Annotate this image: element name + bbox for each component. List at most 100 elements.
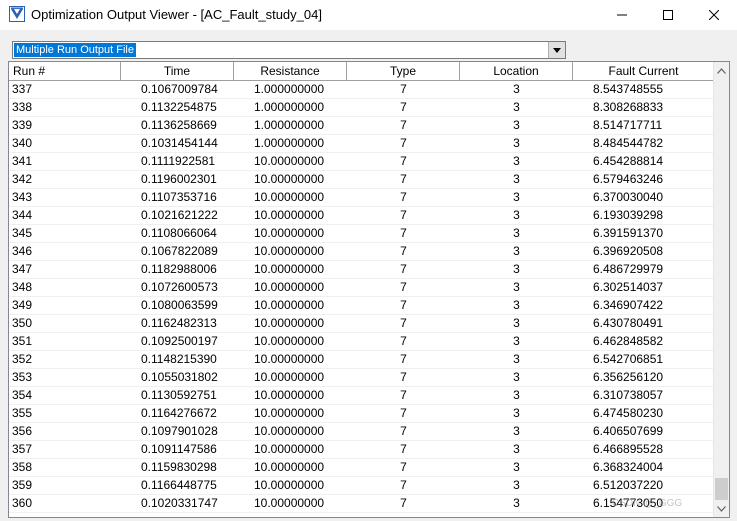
cell-type: 7 [400, 262, 407, 276]
cell-type: 7 [400, 244, 407, 258]
scroll-down-button[interactable] [714, 500, 729, 517]
cell-type: 7 [400, 298, 407, 312]
column-header-run[interactable]: Run # [9, 62, 121, 81]
cell-run: 341 [12, 154, 33, 168]
table-row[interactable]: 360 0.1020331747 10.00000000 7 3 6.154773050 [9, 495, 715, 513]
table-row[interactable]: 355 0.1164276672 10.00000000 7 3 6.474580230 [9, 405, 715, 423]
cell-time: 0.1159830298 [141, 460, 217, 474]
cell-resistance: 10.00000000 [254, 406, 325, 420]
cell-resistance: 10.00000000 [254, 478, 325, 492]
cell-run: 355 [12, 406, 33, 420]
cell-run: 348 [12, 280, 33, 294]
table-row[interactable]: 350 0.1162482313 10.00000000 7 3 6.430780491 [9, 315, 715, 333]
cell-time: 0.1055031802 [141, 370, 218, 384]
cell-location: 3 [513, 388, 520, 402]
cell-type: 7 [400, 478, 407, 492]
table-row[interactable]: 357 0.1091147586 10.00000000 7 3 6.466895528 [9, 441, 715, 459]
cell-time: 0.1182988006 [141, 262, 217, 276]
cell-fault-current: 6.346907422 [593, 298, 664, 312]
table-row[interactable]: 352 0.1148215390 10.00000000 7 3 6.542706851 [9, 351, 715, 369]
cell-location: 3 [513, 424, 520, 438]
cell-resistance: 1.000000000 [254, 136, 325, 150]
cell-run: 353 [12, 370, 33, 384]
results-table[interactable]: Run # Time Resistance Type Location Faul… [8, 61, 730, 518]
table-row[interactable]: 349 0.1080063599 10.00000000 7 3 6.346907422 [9, 297, 715, 315]
table-row[interactable]: 356 0.1097901028 10.00000000 7 3 6.406507699 [9, 423, 715, 441]
cell-resistance: 10.00000000 [254, 208, 325, 222]
cell-time: 0.1166448775 [141, 478, 217, 492]
cell-type: 7 [400, 208, 407, 222]
cell-resistance: 10.00000000 [254, 370, 325, 384]
cell-time: 0.1072600573 [141, 280, 218, 294]
table-row[interactable]: 343 0.1107353716 10.00000000 7 3 6.370030040 [9, 189, 715, 207]
close-icon [709, 10, 719, 20]
cell-run: 357 [12, 442, 33, 456]
cell-run: 342 [12, 172, 33, 186]
maximize-button[interactable] [645, 0, 691, 30]
table-row[interactable]: 348 0.1072600573 10.00000000 7 3 6.302514037 [9, 279, 715, 297]
column-header-type[interactable]: Type [347, 62, 460, 81]
scroll-up-button[interactable] [714, 62, 729, 79]
cell-fault-current: 6.512037220 [593, 478, 664, 492]
cell-location: 3 [513, 262, 520, 276]
cell-resistance: 10.00000000 [254, 298, 325, 312]
chevron-down-icon [553, 47, 561, 53]
table-row[interactable]: 344 0.1021621222 10.00000000 7 3 6.193039298 [9, 207, 715, 225]
cell-fault-current: 6.430780491 [593, 316, 664, 330]
cell-time: 0.1021621222 [141, 208, 218, 222]
table-row[interactable]: 339 0.1136258669 1.000000000 7 3 8.514717711 [9, 117, 715, 135]
cell-location: 3 [513, 406, 520, 420]
cell-fault-current: 6.310738057 [593, 388, 664, 402]
table-row[interactable]: 337 0.1067009784 1.000000000 7 3 8.543748555 [9, 81, 715, 99]
cell-resistance: 10.00000000 [254, 262, 325, 276]
chevron-down-icon [717, 505, 726, 512]
table-row[interactable]: 351 0.1092500197 10.00000000 7 3 6.462848582 [9, 333, 715, 351]
close-button[interactable] [691, 0, 737, 30]
cell-run: 340 [12, 136, 33, 150]
cell-fault-current: 6.579463246 [593, 172, 664, 186]
cell-type: 7 [400, 352, 407, 366]
cell-time: 0.1031454144 [141, 136, 218, 150]
cell-location: 3 [513, 334, 520, 348]
cell-resistance: 10.00000000 [254, 388, 325, 402]
table-row[interactable]: 345 0.1108066064 10.00000000 7 3 6.391591370 [9, 225, 715, 243]
cell-run: 359 [12, 478, 33, 492]
cell-resistance: 10.00000000 [254, 496, 325, 510]
cell-resistance: 10.00000000 [254, 172, 325, 186]
column-header-fault-current[interactable]: Fault Current [573, 62, 715, 81]
table-row[interactable]: 358 0.1159830298 10.00000000 7 3 6.368324004 [9, 459, 715, 477]
minimize-button[interactable] [599, 0, 645, 30]
output-file-select[interactable]: Multiple Run Output File [12, 41, 566, 59]
table-row[interactable]: 340 0.1031454144 1.000000000 7 3 8.484544782 [9, 135, 715, 153]
table-row[interactable]: 342 0.1196002301 10.00000000 7 3 6.579463246 [9, 171, 715, 189]
column-header-resistance[interactable]: Resistance [234, 62, 347, 81]
table-row[interactable]: 354 0.1130592751 10.00000000 7 3 6.310738057 [9, 387, 715, 405]
dropdown-button[interactable] [548, 42, 565, 58]
app-logo-icon [9, 6, 25, 22]
cell-fault-current: 6.542706851 [593, 352, 664, 366]
column-header-time[interactable]: Time [121, 62, 234, 81]
cell-location: 3 [513, 100, 520, 114]
table-row[interactable]: 359 0.1166448775 10.00000000 7 3 6.512037220 [9, 477, 715, 495]
cell-fault-current: 6.356256120 [593, 370, 664, 384]
cell-type: 7 [400, 190, 407, 204]
cell-fault-current: 6.370030040 [593, 190, 664, 204]
cell-fault-current: 8.308268833 [593, 100, 664, 114]
cell-location: 3 [513, 316, 520, 330]
table-row[interactable]: 347 0.1182988006 10.00000000 7 3 6.486729979 [9, 261, 715, 279]
column-header-location[interactable]: Location [460, 62, 573, 81]
table-row[interactable]: 346 0.1067822089 10.00000000 7 3 6.396920508 [9, 243, 715, 261]
scroll-thumb[interactable] [715, 478, 728, 500]
cell-type: 7 [400, 172, 407, 186]
vertical-scrollbar[interactable] [713, 62, 729, 517]
cell-location: 3 [513, 208, 520, 222]
cell-run: 352 [12, 352, 33, 366]
cell-time: 0.1067822089 [141, 244, 218, 258]
cell-location: 3 [513, 154, 520, 168]
table-row[interactable]: 341 0.1111922581 10.00000000 7 3 6.454288814 [9, 153, 715, 171]
cell-resistance: 10.00000000 [254, 334, 325, 348]
title-bar[interactable]: Optimization Output Viewer - [AC_Fault_s… [0, 0, 737, 30]
table-row[interactable]: 338 0.1132254875 1.000000000 7 3 8.308268833 [9, 99, 715, 117]
cell-resistance: 10.00000000 [254, 190, 325, 204]
table-row[interactable]: 353 0.1055031802 10.00000000 7 3 6.356256120 [9, 369, 715, 387]
